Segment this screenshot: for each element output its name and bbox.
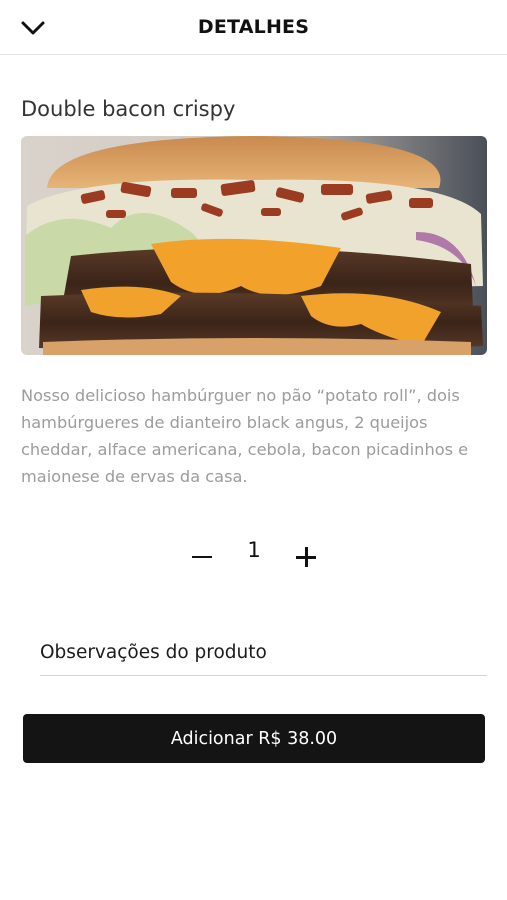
minus-icon[interactable] [188, 540, 216, 574]
minus-bar [192, 555, 212, 559]
observations-field[interactable] [40, 630, 487, 676]
quantity-value: 1 [247, 538, 261, 562]
plus-bar-vertical [305, 547, 308, 567]
header: DETALHES [0, 0, 507, 55]
plus-icon[interactable] [292, 542, 320, 576]
burger-photo [21, 136, 487, 355]
product-description: Nosso delicioso hambúrguer no pão “potat… [21, 386, 469, 486]
product-name: Double bacon crispy [21, 97, 236, 121]
product-image [21, 136, 487, 355]
page-title: DETALHES [197, 16, 310, 38]
quantity-stepper: 1 [180, 530, 326, 580]
add-to-cart-button[interactable]: Adicionar R$ 38.00 [23, 714, 485, 763]
product-details-screen: DETALHES Double bacon crispy Nosso delic… [0, 0, 507, 900]
